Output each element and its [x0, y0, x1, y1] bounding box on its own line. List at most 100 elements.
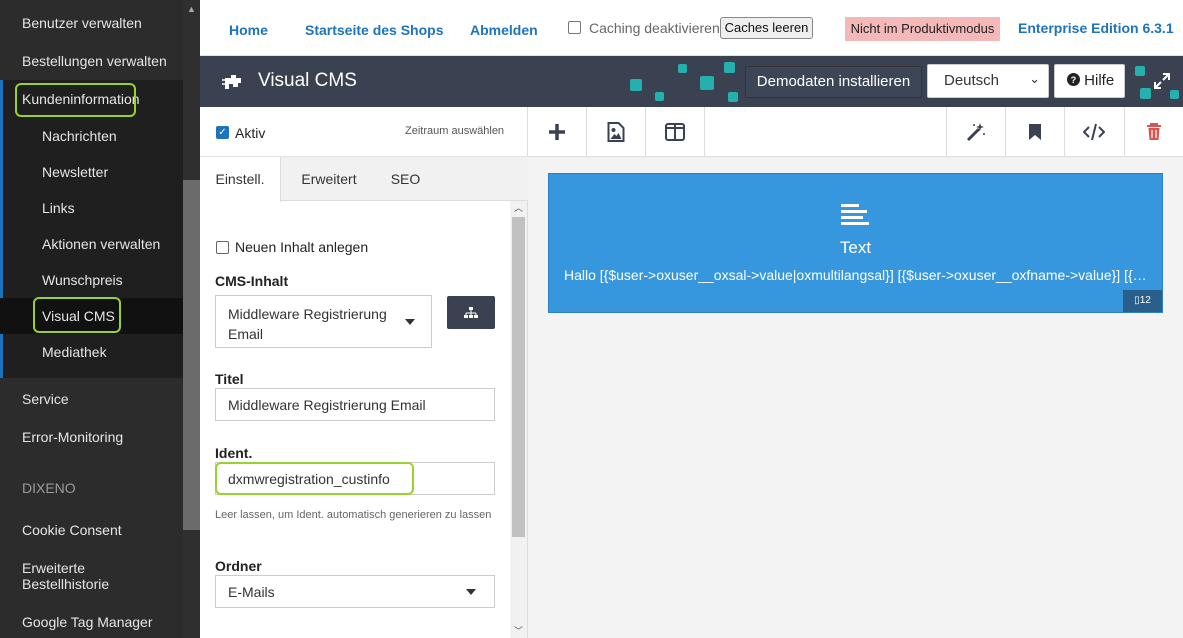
decor-puzzle-piece	[1140, 88, 1151, 99]
sidebar-item-bestellungen-verwalten[interactable]: Bestellungen verwalten	[0, 53, 183, 69]
sidebar-item-newsletter[interactable]: Newsletter	[0, 164, 183, 180]
align-left-icon	[841, 204, 869, 225]
aktiv-row: ✓ Aktiv Zeitraum auswählen	[200, 107, 528, 157]
vcms-header: Visual CMS Demodaten installieren Deutsc…	[200, 56, 1183, 107]
tab-seo[interactable]: SEO	[378, 157, 433, 201]
ident-hint: Leer lassen, um Ident. automatisch gener…	[215, 509, 492, 521]
aktiv-label: Aktiv	[235, 125, 266, 141]
sidebar-item-nachrichten[interactable]: Nachrichten	[0, 128, 183, 144]
fullscreen-icon[interactable]	[1153, 72, 1171, 90]
new-content-label: Neuen Inhalt anlegen	[235, 239, 369, 255]
scroll-up-icon[interactable]: ︿	[510, 201, 527, 215]
magic-wand-button[interactable]	[946, 107, 1005, 157]
vcms-logo-icon	[222, 75, 241, 89]
text-widget[interactable]: Text Hallo [{$user->oxuser__oxsal->value…	[548, 173, 1163, 313]
columns-icon	[665, 123, 685, 141]
folder-label: Ordner	[215, 558, 262, 574]
chevron-down-icon: ⌄	[1029, 71, 1040, 86]
sidebar-item-aktionen-verwalten[interactable]: Aktionen verwalten	[0, 236, 183, 252]
decor-puzzle-piece	[700, 76, 714, 90]
top-navigation: Home Startseite des Shops Abmelden Cachi…	[200, 0, 1183, 56]
clear-cache-button[interactable]: Caches leeren	[720, 17, 813, 39]
bookmark-button[interactable]	[1005, 107, 1064, 157]
sidebar-item-benutzer-verwalten[interactable]: Benutzer verwalten	[0, 15, 183, 31]
caching-checkbox[interactable]	[568, 21, 581, 34]
bookmark-icon	[1029, 124, 1041, 140]
svg-text:?: ?	[1071, 75, 1077, 85]
caret-down-icon	[405, 319, 415, 325]
mode-badge: Nicht im Produktivmodus	[845, 17, 1000, 41]
highlight-visual-cms	[33, 297, 121, 333]
widget-content: Hallo [{$user->oxuser__oxsal->value|oxmu…	[564, 267, 1149, 283]
settings-panel: ✓ Aktiv Zeitraum auswählen Einstell. Erw…	[200, 107, 528, 638]
add-media-button[interactable]	[587, 107, 646, 157]
shop-start-link[interactable]: Startseite des Shops	[305, 22, 444, 38]
code-icon	[1083, 123, 1105, 141]
sidebar-item-wunschpreis[interactable]: Wunschpreis	[0, 272, 183, 288]
install-demo-data-button[interactable]: Demodaten installieren	[745, 66, 922, 98]
decor-puzzle-piece	[724, 62, 735, 73]
help-button[interactable]: ? Hilfe	[1054, 64, 1125, 98]
select-period-link[interactable]: Zeitraum auswählen	[405, 125, 504, 137]
sidebar-scrollbar-thumb[interactable]	[183, 180, 200, 530]
aktiv-checkbox[interactable]: ✓	[216, 126, 229, 139]
sidebar-scroll-up-icon[interactable]: ▲	[183, 2, 200, 16]
decor-puzzle-piece	[728, 92, 738, 102]
editor-toolbar	[528, 107, 1183, 157]
trash-icon	[1147, 123, 1161, 140]
magic-wand-icon	[966, 123, 985, 142]
plus-icon	[549, 124, 565, 140]
editor-canvas: Text Hallo [{$user->oxuser__oxsal->value…	[528, 157, 1183, 638]
tab-erweitert[interactable]: Erweitert	[286, 157, 372, 201]
title-input[interactable]: Middleware Registrierung Email	[215, 388, 495, 421]
sitemap-button[interactable]	[447, 296, 495, 329]
decor-puzzle-piece	[1135, 66, 1145, 76]
folder-select[interactable]: E-Mails	[215, 575, 495, 608]
cms-content-select[interactable]: Middleware Registrierung Email	[215, 295, 432, 348]
sidebar-item-service[interactable]: Service	[0, 391, 183, 407]
highlight-ident	[215, 462, 414, 495]
decor-puzzle-piece	[678, 64, 687, 73]
sidebar-item-links[interactable]: Links	[0, 200, 183, 216]
layout-columns-button[interactable]	[646, 107, 705, 157]
panel-scrollbar[interactable]: ︿ ﹀	[510, 201, 527, 638]
ident-label: Ident.	[215, 445, 253, 461]
scroll-down-icon[interactable]: ﹀	[510, 624, 527, 638]
question-circle-icon: ?	[1067, 73, 1080, 86]
settings-form: Neuen Inhalt anlegen CMS-Inhalt Middlewa…	[200, 201, 510, 638]
highlight-kundeninformation	[15, 83, 136, 117]
settings-tabs: Einstell. Erweitert SEO	[200, 157, 528, 202]
sidebar-item-cookie-consent[interactable]: Cookie Consent	[0, 522, 183, 538]
decor-puzzle-piece	[655, 92, 664, 101]
logout-link[interactable]: Abmelden	[470, 22, 538, 38]
widget-id-value: 12	[1139, 295, 1151, 306]
delete-button[interactable]	[1124, 107, 1183, 157]
source-code-button[interactable]	[1064, 107, 1123, 157]
cms-content-value: Middleware Registrierung Email	[228, 306, 387, 342]
vcms-title: Visual CMS	[258, 70, 357, 91]
sidebar-section-dixeno: DIXENO	[22, 480, 76, 496]
home-link[interactable]: Home	[229, 22, 268, 38]
folder-value: E-Mails	[228, 584, 275, 600]
widget-title: Text	[839, 238, 872, 257]
widget-id-badge: ▯12	[1123, 290, 1162, 312]
cms-content-label: CMS-Inhalt	[215, 273, 289, 289]
decor-puzzle-piece	[1170, 90, 1179, 99]
caret-down-icon	[466, 589, 476, 595]
sidebar-item-error-monitoring[interactable]: Error-Monitoring	[0, 429, 183, 445]
panel-scrollbar-thumb[interactable]	[512, 217, 525, 537]
tab-einstellungen[interactable]: Einstell.	[200, 157, 281, 202]
language-select[interactable]: Deutsch ⌄	[927, 64, 1049, 98]
sidebar: Benutzer verwalten Bestellungen verwalte…	[0, 0, 183, 638]
language-select-value: Deutsch	[944, 72, 1000, 89]
image-file-icon	[607, 122, 625, 142]
new-content-checkbox[interactable]	[216, 241, 229, 254]
title-label: Titel	[215, 371, 244, 387]
sidebar-item-erweiterte-bestellhistorie[interactable]: Erweiterte Bestellhistorie	[0, 560, 120, 592]
sitemap-icon	[464, 307, 478, 318]
add-widget-button[interactable]	[528, 107, 587, 157]
decor-puzzle-piece	[630, 79, 642, 91]
caching-label: Caching deaktivieren	[589, 20, 720, 36]
sidebar-item-google-tag-manager[interactable]: Google Tag Manager	[0, 614, 183, 630]
sidebar-item-mediathek[interactable]: Mediathek	[0, 344, 183, 360]
